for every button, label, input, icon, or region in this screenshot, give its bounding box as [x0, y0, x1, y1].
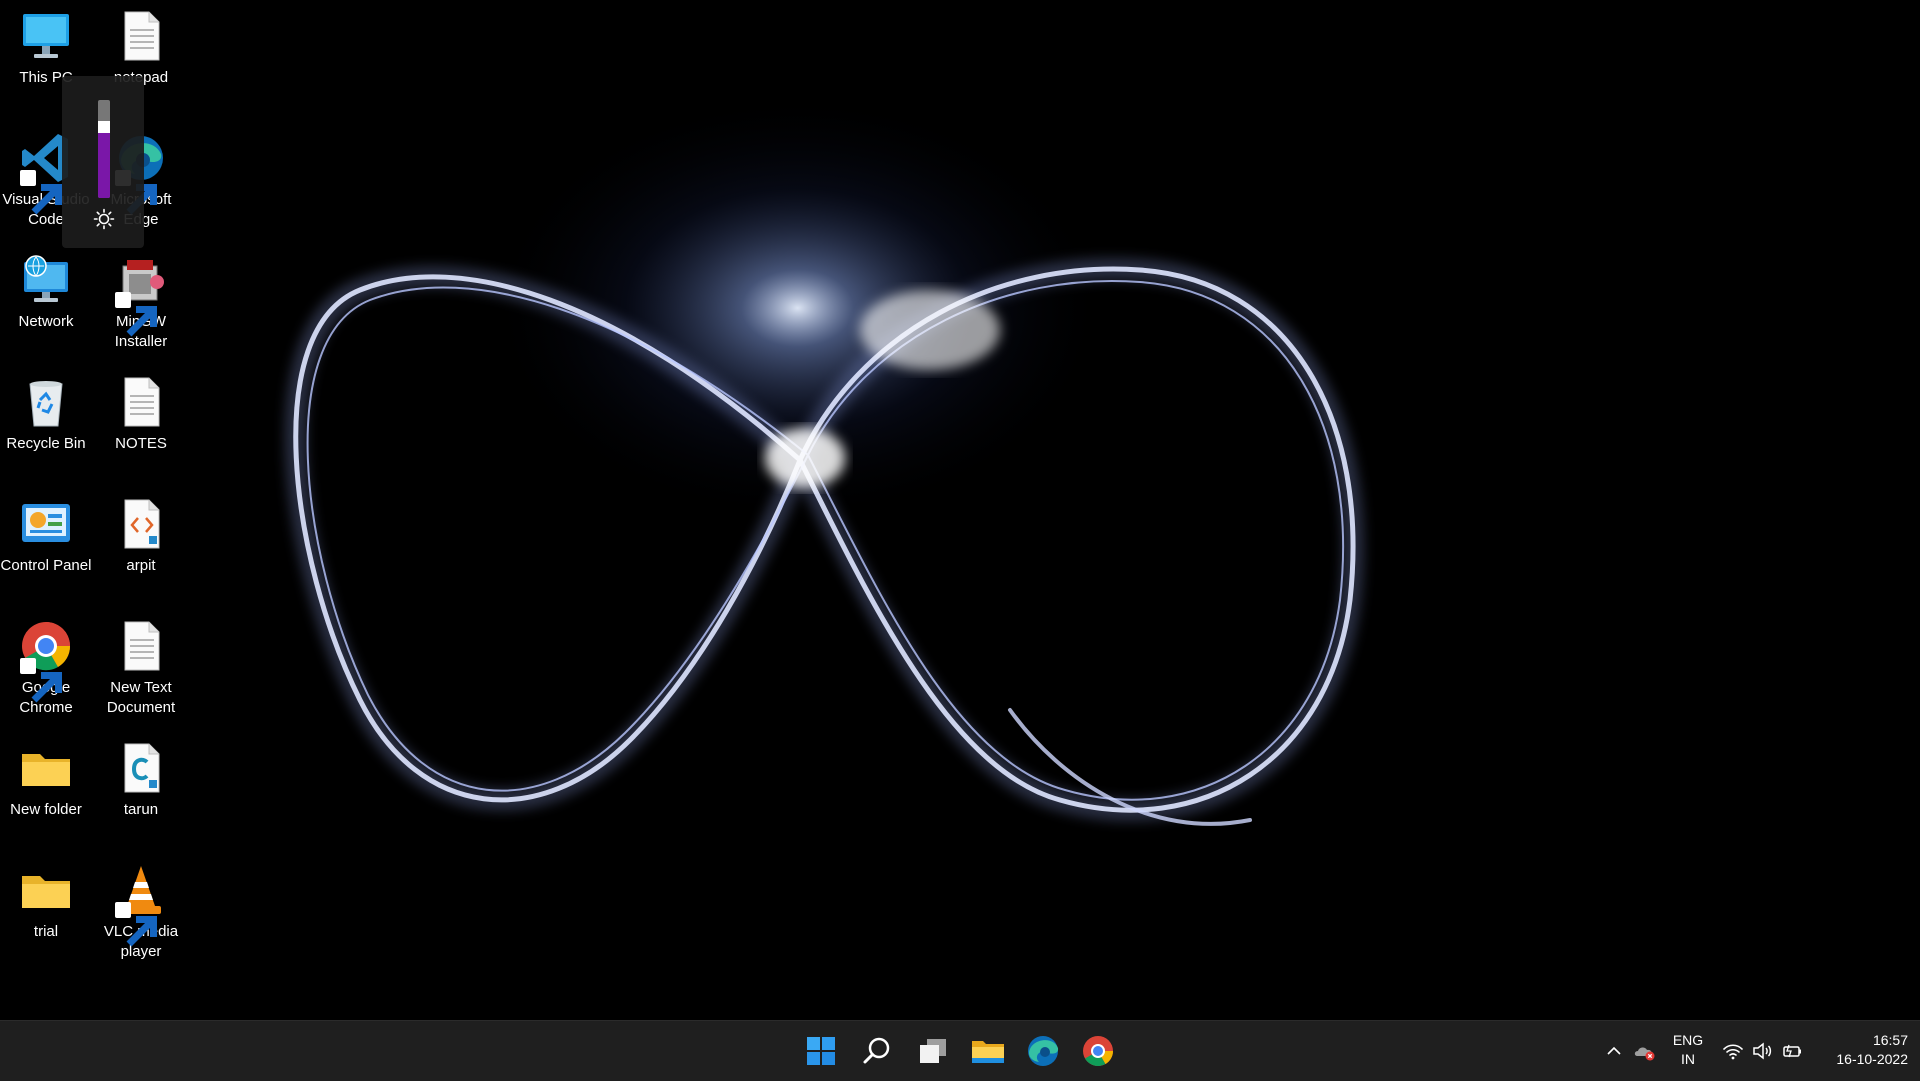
desktop-icon-label: arpit [126, 557, 156, 574]
language-secondary: IN [1681, 1051, 1695, 1067]
windows-logo-icon [807, 1037, 835, 1065]
onedrive-status-button[interactable] [1632, 1039, 1656, 1063]
desktop-icon-label: Control Panel [0, 557, 92, 574]
shortcut-arrow-icon [115, 292, 157, 337]
control-panel-icon [18, 496, 74, 552]
task-view-icon [920, 1039, 946, 1063]
recycle-bin-icon [18, 374, 74, 430]
desktop-icon-vlc-media-player[interactable]: VLC media player [95, 862, 187, 962]
shortcut-arrow-icon [115, 902, 157, 947]
desktop-icon-label: trial [33, 923, 59, 940]
battery-icon [1783, 1044, 1801, 1058]
desktop-icon-label: Recycle Bin [6, 435, 86, 452]
shortcut-arrow-icon [20, 658, 62, 703]
task-view-button[interactable] [913, 1031, 953, 1071]
desktop-icon-google-chrome[interactable]: Google Chrome [0, 618, 92, 718]
brightness-flyout [62, 76, 144, 248]
c-file-icon [113, 740, 169, 796]
file-explorer-icon [972, 1041, 1004, 1063]
desktop-icon-label: New folder [10, 801, 82, 818]
desktop-icon-recycle-bin[interactable]: Recycle Bin [0, 374, 92, 454]
desktop-icon-trial[interactable]: trial [0, 862, 92, 942]
text-file-icon [113, 374, 169, 430]
text-file-icon [113, 618, 169, 674]
desktop-icon-arpit[interactable]: arpit [95, 496, 187, 576]
speaker-icon [1753, 1042, 1772, 1060]
chrome-taskbar-button[interactable] [1078, 1031, 1118, 1071]
desktop-icon-label: tarun [123, 801, 159, 818]
desktop-icon-network[interactable]: Network [0, 252, 92, 332]
language-indicator[interactable]: ENG IN [1662, 1031, 1714, 1069]
desktop-icon-control-panel[interactable]: Control Panel [0, 496, 92, 576]
desktop-icon-new-text-document[interactable]: New Text Document [95, 618, 187, 718]
folder-icon [18, 862, 74, 918]
desktop-icon-notes[interactable]: NOTES [95, 374, 187, 454]
show-hidden-icons-button[interactable] [1602, 1039, 1626, 1063]
taskbar: ENG IN 16:57 16-10-2022 [0, 1020, 1920, 1081]
volume-button[interactable] [1750, 1039, 1774, 1063]
clock-date: 16-10-2022 [1836, 1051, 1908, 1067]
edge-taskbar-button[interactable] [1023, 1031, 1063, 1071]
code-file-icon [113, 496, 169, 552]
text-file-icon [113, 8, 169, 64]
network-status-button[interactable] [1721, 1039, 1745, 1063]
wifi-icon [1723, 1044, 1743, 1060]
network-icon [18, 252, 74, 308]
folder-icon [18, 740, 74, 796]
language-primary: ENG [1672, 1032, 1704, 1048]
brightness-sun-icon [93, 208, 115, 230]
clock[interactable]: 16:57 16-10-2022 [1808, 1031, 1908, 1069]
file-explorer-button[interactable] [968, 1031, 1008, 1071]
brightness-slider-thumb[interactable] [98, 121, 110, 134]
chevron-up-icon [1607, 1046, 1621, 1055]
chrome-icon [1083, 1036, 1113, 1067]
desktop-icon-label: NOTES [115, 435, 167, 452]
clock-time: 16:57 [1872, 1032, 1908, 1048]
battery-button[interactable] [1780, 1039, 1804, 1063]
onedrive-error-icon [1634, 1047, 1655, 1061]
chrome-icon [18, 618, 74, 703]
desktop-icon-label: New Text Document [106, 679, 176, 716]
search-button[interactable] [857, 1031, 897, 1071]
brightness-slider-fill [98, 127, 110, 198]
desktop-icon-label: Network [18, 313, 74, 330]
start-button[interactable] [801, 1031, 841, 1071]
desktop-icon-mingw-installer[interactable]: MinGW Installer [95, 252, 187, 352]
desktop-icon-new-folder[interactable]: New folder [0, 740, 92, 820]
brightness-slider[interactable] [98, 100, 110, 198]
desktop-icon-tarun[interactable]: tarun [95, 740, 187, 820]
vlc-icon [113, 862, 169, 947]
desktop-wallpaper [0, 0, 1920, 1020]
mingw-installer-icon [113, 252, 169, 337]
monitor-icon [18, 8, 74, 64]
search-icon [863, 1037, 890, 1064]
edge-icon [1028, 1036, 1059, 1066]
shortcut-arrow-icon [20, 170, 62, 215]
